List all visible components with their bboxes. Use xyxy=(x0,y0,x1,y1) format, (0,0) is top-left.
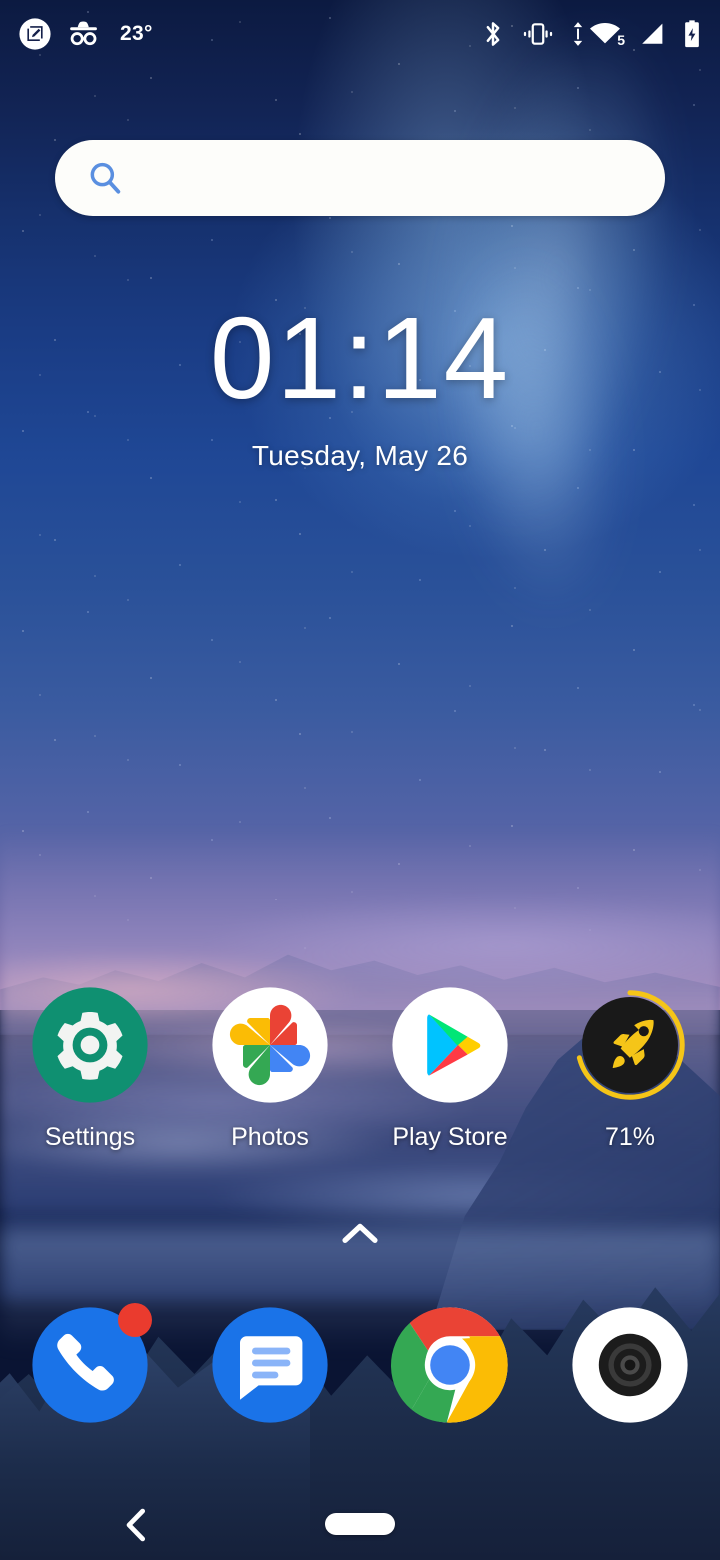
search-icon[interactable] xyxy=(85,158,125,198)
status-bar[interactable]: 23° 5 xyxy=(0,0,720,68)
app-photos[interactable]: Photos xyxy=(180,985,360,1152)
app-label: 71% xyxy=(604,1123,656,1151)
notification-dot xyxy=(118,1303,152,1337)
dock-app-camera[interactable] xyxy=(540,1305,720,1425)
cellular-signal-icon xyxy=(638,21,666,47)
wifi-icon: 5 xyxy=(588,21,625,48)
status-bar-temperature: 23° xyxy=(120,22,153,45)
app-settings[interactable]: Settings xyxy=(0,985,180,1152)
phone-icon[interactable] xyxy=(30,1303,152,1425)
status-bar-left-group: 23° xyxy=(18,17,153,51)
navigation-bar xyxy=(0,1488,720,1560)
chevron-up-icon[interactable] xyxy=(338,1218,382,1255)
app-play-store[interactable]: Play Store xyxy=(360,985,540,1152)
vibrate-icon xyxy=(521,20,555,48)
app-booster[interactable]: 71% xyxy=(540,985,720,1152)
home-screen: 23° 5 01:14 Tuesday, May 26 Settings Pho… xyxy=(0,0,720,1560)
google-photos-icon[interactable] xyxy=(210,985,330,1105)
rocket-booster-icon[interactable] xyxy=(570,985,690,1105)
chrome-icon[interactable] xyxy=(390,1305,510,1425)
dock-app-messages[interactable] xyxy=(180,1305,360,1425)
bluetooth-icon xyxy=(481,19,505,49)
battery-charging-icon xyxy=(682,19,702,49)
dock-app-chrome[interactable] xyxy=(360,1305,540,1425)
screenshot-markup-icon[interactable] xyxy=(18,17,52,51)
messages-icon[interactable] xyxy=(210,1305,330,1425)
wifi-data-group: 5 xyxy=(571,20,625,48)
clock-time: 01:14 xyxy=(209,293,511,423)
app-drawer-handle[interactable] xyxy=(0,1218,720,1255)
clock-widget[interactable]: 01:14 Tuesday, May 26 xyxy=(0,300,720,472)
app-label: Settings xyxy=(44,1123,136,1151)
dock xyxy=(0,1303,720,1425)
search-bar[interactable] xyxy=(55,140,665,216)
incognito-icon[interactable] xyxy=(66,18,104,50)
data-transfer-icon xyxy=(571,20,585,48)
home-pill-handle[interactable] xyxy=(325,1513,395,1535)
clock-date: Tuesday, May 26 xyxy=(251,440,469,471)
play-store-icon[interactable] xyxy=(390,985,510,1105)
dock-app-phone[interactable] xyxy=(0,1303,180,1425)
camera-icon[interactable] xyxy=(570,1305,690,1425)
home-app-row: Settings Photos Play Store 71% xyxy=(0,985,720,1152)
app-label: Photos xyxy=(231,1123,309,1151)
wifi-badge-number: 5 xyxy=(617,32,625,48)
app-label: Play Store xyxy=(392,1123,508,1151)
chevron-left-back-icon[interactable] xyxy=(120,1506,152,1549)
settings-gear-icon[interactable] xyxy=(30,985,150,1105)
status-bar-right-group: 5 xyxy=(481,19,702,49)
